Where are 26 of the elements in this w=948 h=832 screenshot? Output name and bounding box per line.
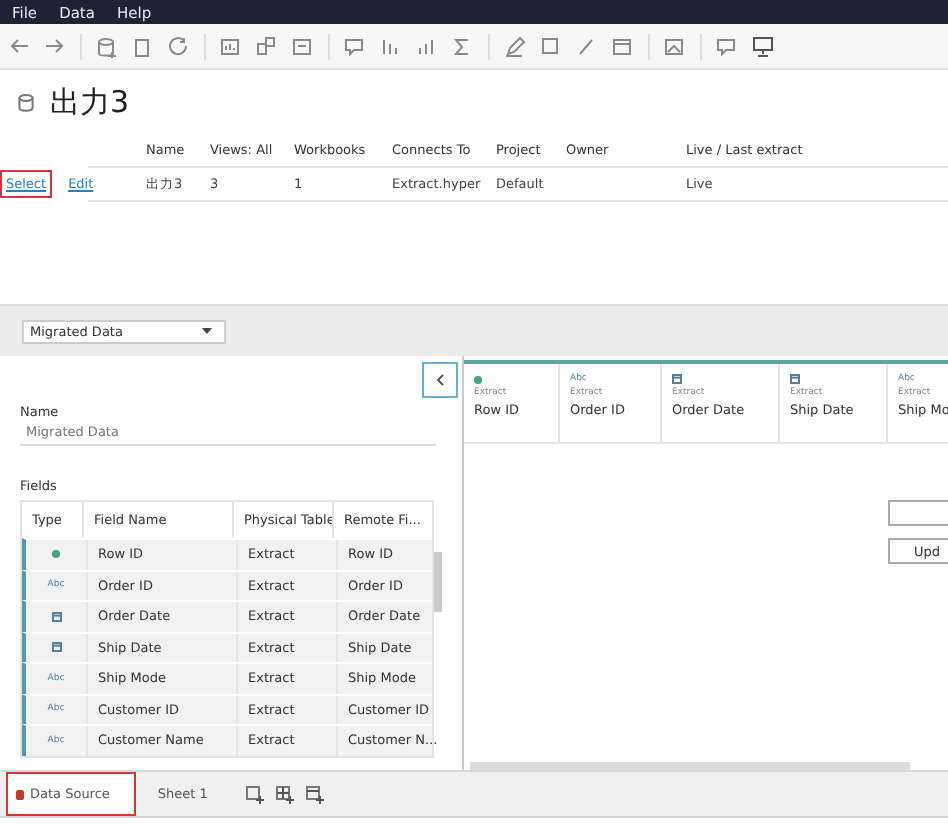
database-add-icon[interactable] — [96, 35, 118, 57]
frame-icon[interactable] — [612, 35, 634, 57]
new-sheet-icon[interactable] — [245, 785, 264, 803]
comment-icon[interactable] — [344, 35, 366, 57]
caret-icon — [202, 328, 212, 334]
dot-icon — [474, 375, 482, 383]
calendar-icon — [51, 611, 61, 622]
calendar-icon — [790, 374, 800, 384]
monitor-icon[interactable] — [752, 35, 774, 57]
dot-icon — [52, 550, 60, 559]
image-icon[interactable] — [664, 35, 686, 57]
back-arrow-icon[interactable] — [8, 35, 30, 57]
calendar-icon — [672, 374, 682, 384]
datasource-title: 出力3 — [50, 83, 130, 121]
collapse-button[interactable] — [422, 362, 458, 398]
chevron-left-icon — [436, 374, 444, 386]
button[interactable] — [888, 500, 948, 526]
pen-icon[interactable] — [504, 35, 526, 57]
comment-icon[interactable] — [716, 35, 738, 57]
calendar-icon — [51, 642, 61, 653]
new-dashboard-icon[interactable] — [275, 785, 294, 803]
forward-arrow-icon[interactable] — [44, 35, 66, 57]
refresh-icon[interactable] — [168, 35, 190, 57]
scrollbar[interactable] — [434, 552, 442, 612]
sum-icon[interactable] — [452, 35, 474, 57]
new-story-icon[interactable] — [305, 785, 324, 803]
